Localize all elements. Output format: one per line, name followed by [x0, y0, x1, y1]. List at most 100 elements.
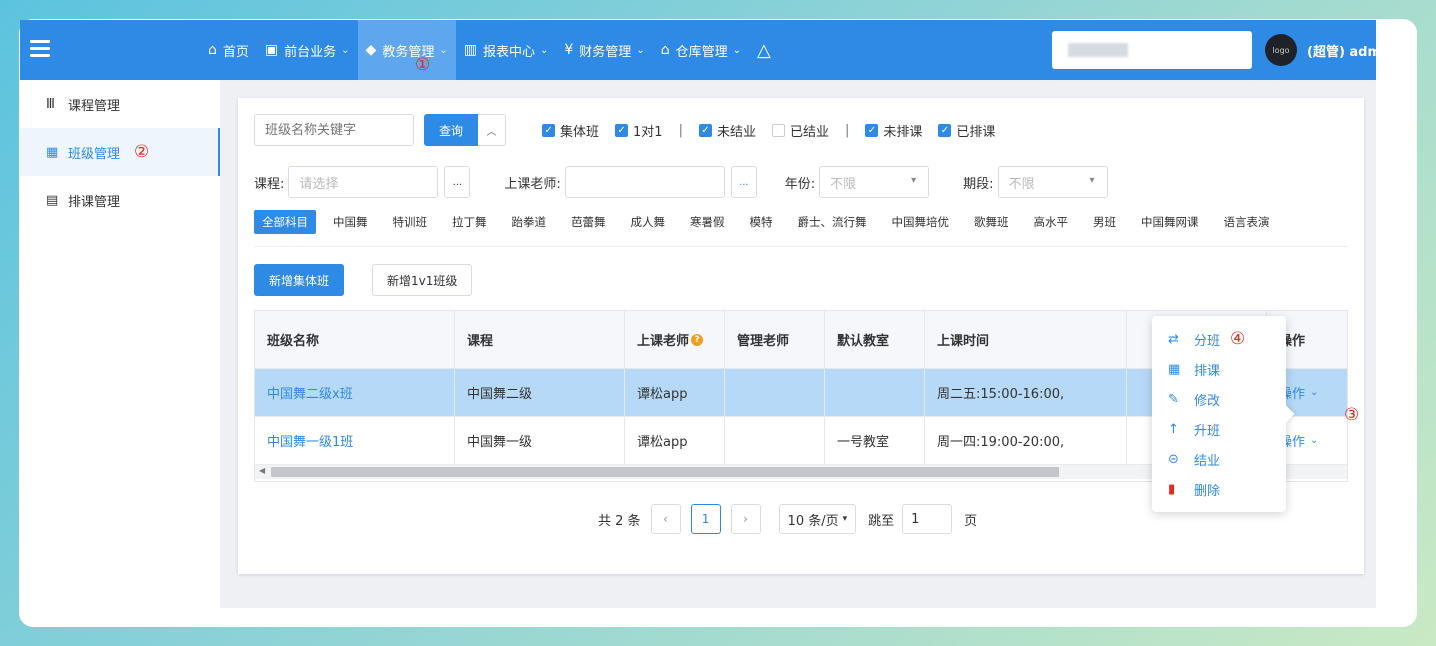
- subject-tag-5[interactable]: 芭蕾舞: [563, 210, 614, 234]
- cell-manager: [725, 369, 825, 416]
- subject-tag-12[interactable]: 高水平: [1026, 210, 1077, 234]
- term-select[interactable]: 不限 ▾: [997, 166, 1108, 198]
- library-icon: Ⅲ: [46, 96, 55, 112]
- nav-item-2[interactable]: ◆ 教务管理 ⌄: [357, 20, 456, 80]
- checked-icon: ✓: [865, 123, 879, 137]
- subject-tag-9[interactable]: 爵士、流行舞: [790, 210, 875, 234]
- add-1v1-class-button[interactable]: 新增1v1班级: [372, 264, 473, 296]
- collapse-icon[interactable]: ︿: [478, 114, 507, 146]
- page-number[interactable]: 1: [690, 504, 721, 534]
- divider: [254, 246, 1348, 247]
- menu-item-3[interactable]: ↑ 升班: [1152, 414, 1286, 444]
- class-card-icon: ▦: [46, 144, 59, 160]
- help-icon[interactable]: ?: [691, 333, 704, 346]
- scroll-left-icon[interactable]: ◀: [259, 466, 265, 475]
- checkbox-0[interactable]: ✓ 集体班: [542, 121, 599, 140]
- nav-item-0[interactable]: ⌂ 首页: [200, 20, 257, 80]
- user-menu[interactable]: logo (超管) adm: [1265, 20, 1376, 80]
- user-name: (超管) adm: [1307, 44, 1376, 60]
- course-select[interactable]: 请选择: [288, 166, 439, 198]
- add-group-class-button[interactable]: 新增集体班: [254, 264, 345, 296]
- checkbox-4[interactable]: 已结业: [771, 121, 829, 140]
- cell-name[interactable]: 中国舞二级x班: [255, 369, 455, 416]
- subject-tag-4[interactable]: 跆拳道: [504, 210, 555, 234]
- subject-tag-6[interactable]: 成人舞: [623, 210, 674, 234]
- subject-tag-14[interactable]: 中国舞网课: [1133, 210, 1207, 234]
- query-button[interactable]: 查询: [424, 114, 479, 146]
- subject-tag-15[interactable]: 语言表演: [1216, 210, 1278, 234]
- unchecked-icon: [771, 123, 785, 137]
- scrollbar-thumb[interactable]: [271, 467, 1059, 477]
- course-picker-button[interactable]: ...: [444, 166, 471, 198]
- checkbox-6[interactable]: ✓ 未排课: [865, 121, 922, 140]
- filter-row-2: 课程: 请选择 ... 上课老师: ... 年份: 不限 ▾ 期段: 不限 ▾: [254, 166, 1108, 198]
- sidebar-item-2[interactable]: ▤ 排课管理: [20, 176, 220, 224]
- sidebar-item-label: 课程管理: [68, 98, 121, 114]
- nav-item-3[interactable]: ▥ 报表中心 ⌄: [456, 20, 557, 80]
- year-select[interactable]: 不限 ▾: [819, 166, 930, 198]
- nav-item-5[interactable]: ⌂ 仓库管理 ⌄: [653, 20, 749, 80]
- subject-tag-11[interactable]: 歌舞班: [966, 210, 1017, 234]
- menu-item-4[interactable]: ⊝ 结业: [1152, 444, 1286, 474]
- prev-page-icon[interactable]: ‹: [650, 504, 681, 534]
- subject-tag-1[interactable]: 中国舞: [325, 210, 376, 234]
- step-marker-3: ③: [1344, 405, 1360, 425]
- subject-tag-2[interactable]: 特训班: [385, 210, 436, 234]
- menu-toggle-icon[interactable]: [30, 40, 50, 58]
- checkbox-1[interactable]: ✓ 1对1: [615, 121, 663, 140]
- cell-time: 周一四:19:00-20:00,: [925, 417, 1127, 464]
- checkbox-7[interactable]: ✓ 已排课: [938, 121, 995, 140]
- menu-item-0[interactable]: ⇄ 分班 ④: [1152, 324, 1286, 354]
- cell-teacher-text: 谭松app: [637, 435, 688, 450]
- th-room: 默认教室: [825, 311, 925, 368]
- year-value: 不限: [830, 176, 857, 192]
- menu-item-label: 删除: [1194, 483, 1221, 499]
- checked-icon: ✓: [615, 123, 629, 137]
- chevron-down-icon: ▾: [911, 175, 917, 186]
- subject-tag-0[interactable]: 全部科目: [254, 210, 316, 234]
- year-label: 年份:: [784, 176, 816, 192]
- menu-item-5[interactable]: ▮ 删除: [1152, 474, 1286, 504]
- nav-label: 仓库管理: [675, 44, 728, 60]
- cell-name-text[interactable]: 中国舞二级x班: [267, 383, 353, 402]
- nav-item-4[interactable]: ¥ 财务管理 ⌄: [556, 20, 652, 80]
- pencil-icon: ✎: [1168, 391, 1179, 407]
- cell-teacher: 谭松app: [625, 417, 725, 464]
- cell-name-text[interactable]: 中国舞一级1班: [267, 431, 353, 450]
- th-time: 上课时间: [925, 311, 1127, 368]
- menu-item-2[interactable]: ✎ 修改: [1152, 384, 1286, 414]
- action-buttons: 新增集体班 新增1v1班级: [254, 264, 473, 296]
- filter-row-1: 查询 ︿ ✓ 集体班 ✓ 1对1 | ✓ 未结业 已结业 | ✓ 未排课 ✓ 已排课: [254, 114, 1011, 146]
- subject-tag-13[interactable]: 男班: [1085, 210, 1124, 234]
- checkbox-3[interactable]: ✓ 未结业: [698, 121, 756, 140]
- chevron-down-icon: ⌄: [439, 44, 448, 56]
- cell-room: 一号教室: [825, 417, 925, 464]
- teacher-picker-button[interactable]: ...: [730, 166, 757, 198]
- checkbox-label: 1对1: [633, 124, 663, 140]
- subject-tag-3[interactable]: 拉丁舞: [444, 210, 495, 234]
- term-label: 期段:: [963, 176, 994, 192]
- sidebar-item-1[interactable]: ▦ 班级管理 ②: [20, 128, 220, 176]
- calendar-icon: ▦: [1168, 361, 1181, 377]
- jump-input[interactable]: 1: [902, 504, 953, 534]
- nav-item-1[interactable]: ▣ 前台业务 ⌄: [257, 20, 358, 80]
- subject-tag-10[interactable]: 中国舞培优: [884, 210, 958, 234]
- sidebar: Ⅲ 课程管理 ▦ 班级管理 ② ▤ 排课管理: [20, 80, 220, 608]
- teacher-select[interactable]: [564, 166, 725, 198]
- subject-tag-8[interactable]: 模特: [742, 210, 781, 234]
- next-page-icon[interactable]: ›: [730, 504, 761, 534]
- menu-item-1[interactable]: ▦ 排课: [1152, 354, 1286, 384]
- bell-icon[interactable]: △: [757, 40, 771, 61]
- page-size-select[interactable]: 10 条/页 ▾: [778, 504, 857, 534]
- checked-icon: ✓: [938, 123, 952, 137]
- subject-tag-7[interactable]: 寒暑假: [682, 210, 733, 234]
- chevron-down-icon: ▾: [842, 514, 848, 524]
- nav-label: 报表中心: [482, 44, 535, 60]
- sidebar-item-0[interactable]: Ⅲ 课程管理: [20, 80, 220, 128]
- cell-name[interactable]: 中国舞一级1班: [255, 417, 455, 464]
- keyword-input[interactable]: [254, 114, 414, 146]
- top-search-box[interactable]: [1052, 31, 1252, 69]
- course-placeholder: 请选择: [299, 176, 339, 192]
- checked-icon: ✓: [698, 123, 712, 137]
- menu-item-label: 修改: [1194, 393, 1221, 409]
